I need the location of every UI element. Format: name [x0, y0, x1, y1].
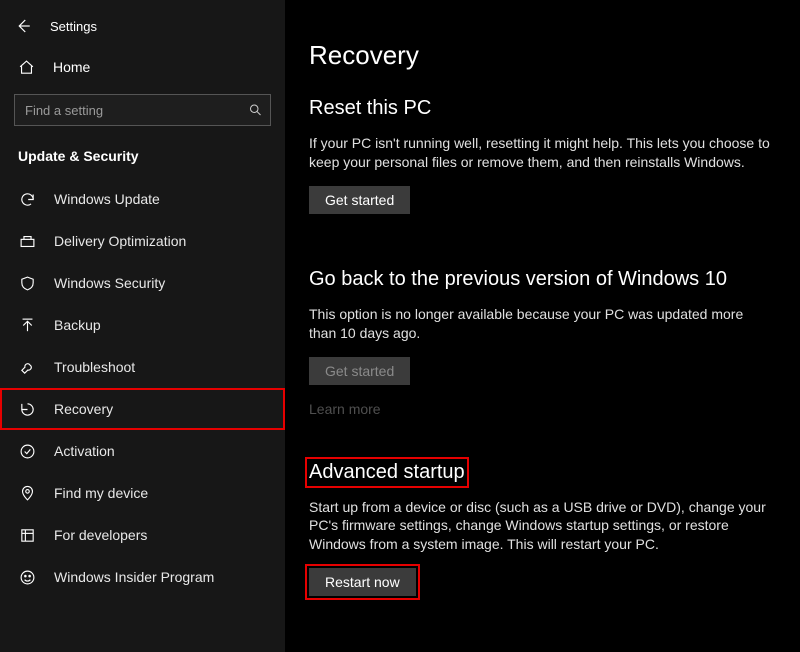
backup-icon [18, 317, 36, 334]
nav-label: Delivery Optimization [54, 233, 186, 249]
home-label: Home [53, 59, 90, 75]
back-icon[interactable] [14, 17, 32, 35]
goback-desc: This option is no longer available becau… [309, 305, 770, 343]
search-icon [248, 103, 263, 118]
nav-label: Activation [54, 443, 115, 459]
wrench-icon [18, 359, 36, 376]
goback-title: Go back to the previous version of Windo… [309, 268, 770, 291]
sidebar-item-windows-insider[interactable]: Windows Insider Program [0, 556, 285, 598]
sidebar-item-backup[interactable]: Backup [0, 304, 285, 346]
nav-label: Windows Update [54, 191, 160, 207]
advanced-desc: Start up from a device or disc (such as … [309, 498, 770, 555]
sidebar-item-windows-update[interactable]: Windows Update [0, 178, 285, 220]
nav-label: Windows Insider Program [54, 569, 214, 585]
nav-label: Find my device [54, 485, 148, 501]
app-title: Settings [50, 19, 97, 34]
nav-label: Windows Security [54, 275, 165, 291]
settings-sidebar: Settings Home Update & Security Windows … [0, 0, 285, 652]
delivery-icon [18, 233, 36, 250]
section-label: Update & Security [0, 148, 285, 164]
home-icon [18, 59, 35, 76]
insider-icon [18, 569, 36, 586]
page-title: Recovery [309, 40, 770, 71]
nav-label: Backup [54, 317, 101, 333]
recovery-icon [18, 401, 36, 418]
sidebar-item-windows-security[interactable]: Windows Security [0, 262, 285, 304]
sidebar-item-for-developers[interactable]: For developers [0, 514, 285, 556]
sidebar-item-home[interactable]: Home [0, 48, 285, 86]
search-wrap [14, 94, 271, 126]
developer-icon [18, 527, 36, 544]
sidebar-item-troubleshoot[interactable]: Troubleshoot [0, 346, 285, 388]
check-circle-icon [18, 443, 36, 460]
restart-now-button[interactable]: Restart now [309, 568, 416, 596]
reset-get-started-button[interactable]: Get started [309, 186, 410, 214]
advanced-startup-title: Advanced startup [309, 461, 465, 484]
shield-icon [18, 275, 36, 292]
search-input[interactable] [14, 94, 271, 126]
sidebar-item-delivery-optimization[interactable]: Delivery Optimization [0, 220, 285, 262]
goback-get-started-button: Get started [309, 357, 410, 385]
learn-more-link[interactable]: Learn more [309, 401, 381, 417]
content-area: Recovery Reset this PC If your PC isn't … [285, 0, 800, 652]
reset-desc: If your PC isn't running well, resetting… [309, 134, 770, 172]
reset-title: Reset this PC [309, 97, 770, 120]
nav-label: For developers [54, 527, 147, 543]
nav-label: Recovery [54, 401, 113, 417]
sidebar-item-recovery[interactable]: Recovery [0, 388, 285, 430]
sync-icon [18, 191, 36, 208]
nav-label: Troubleshoot [54, 359, 135, 375]
location-icon [18, 485, 36, 502]
sidebar-item-activation[interactable]: Activation [0, 430, 285, 472]
sidebar-item-find-my-device[interactable]: Find my device [0, 472, 285, 514]
